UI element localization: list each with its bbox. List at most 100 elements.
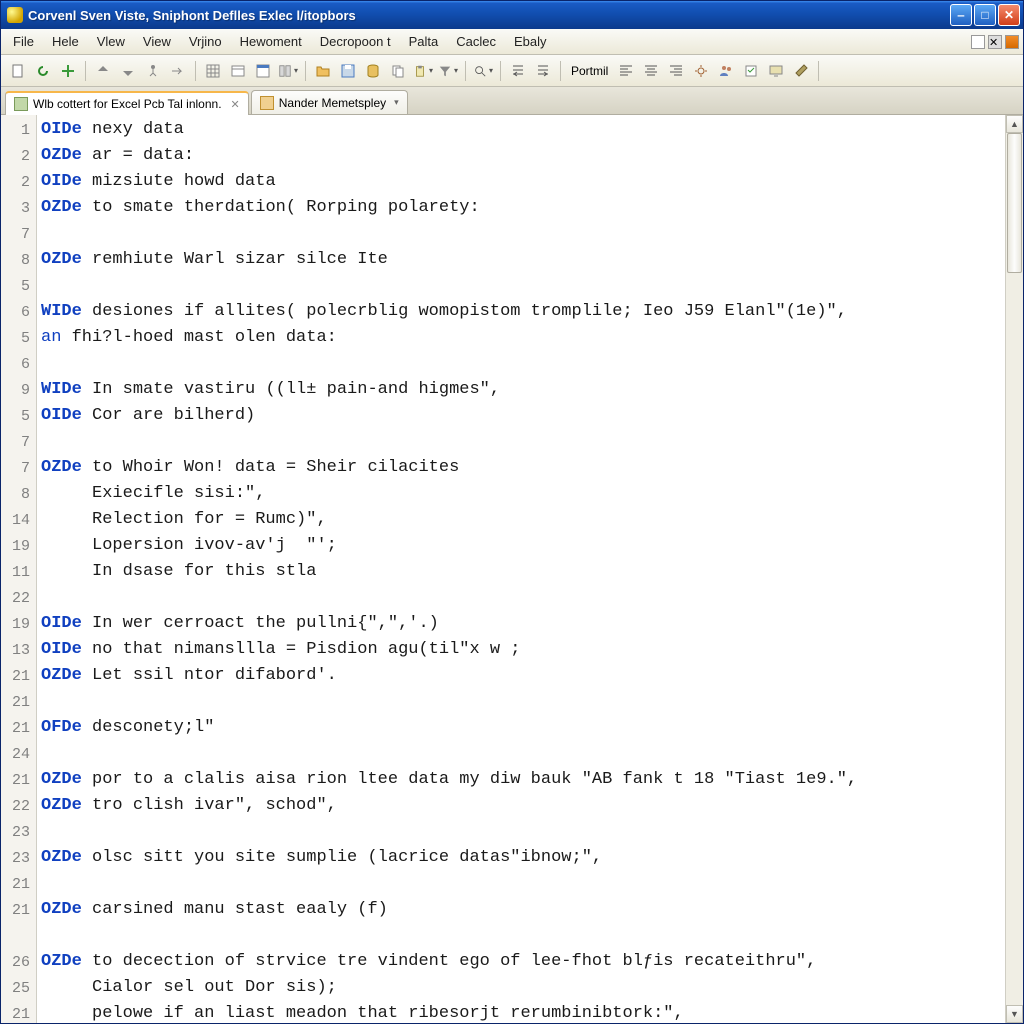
tb-screen-icon[interactable] [765,60,787,82]
tb-grid-icon[interactable] [202,60,224,82]
tb-config-icon[interactable] [690,60,712,82]
menu-palta[interactable]: Palta [401,31,447,52]
code-line[interactable] [41,741,1001,767]
tb-copy-icon[interactable] [387,60,409,82]
scroll-down-icon[interactable]: ▼ [1006,1005,1023,1023]
scroll-track[interactable] [1006,133,1023,1005]
menu-ebaly[interactable]: Ebaly [506,31,555,52]
code-line[interactable]: OZDe ar = data: [41,143,1001,169]
menu-vlew[interactable]: Vlew [89,31,133,52]
menu-file[interactable]: File [5,31,42,52]
code-line[interactable]: WIDe In smate vastiru ((ll± pain-and hig… [41,377,1001,403]
code-line[interactable]: In dsase for this stla [41,559,1001,585]
code-line[interactable] [41,429,1001,455]
tb-folder-icon[interactable] [312,60,334,82]
line-number: 2 [1,143,36,169]
line-number: 23 [1,819,36,845]
vertical-scrollbar[interactable]: ▲ ▼ [1005,115,1023,1023]
code-line[interactable]: Cialor sel out Dor sis); [41,975,1001,1001]
code-line[interactable]: OZDe por to a clalis aisa rion ltee data… [41,767,1001,793]
code-line[interactable]: OZDe remhiute Warl sizar silce Ite [41,247,1001,273]
menubar-office-icon[interactable] [1005,35,1019,49]
menu-hele[interactable]: Hele [44,31,87,52]
tb-indent-out-icon[interactable] [507,60,529,82]
code-line[interactable] [41,871,1001,897]
code-line[interactable]: OZDe carsined manu stast eaaly (f) [41,897,1001,923]
tab-close-icon[interactable]: ✕ [231,98,240,111]
code-line[interactable] [41,273,1001,299]
tb-layout-dd-icon[interactable] [277,60,299,82]
tab-doc-icon [14,97,28,111]
code-line[interactable]: OZDe to smate therdation( Rorping polare… [41,195,1001,221]
line-number: 19 [1,611,36,637]
code-line[interactable] [41,221,1001,247]
code-line[interactable]: OIDe no that nimansllla = Pisdion agu(ti… [41,637,1001,663]
code-line[interactable]: Exiecifle sisi:", [41,481,1001,507]
code-line[interactable]: OIDe nexy data [41,117,1001,143]
tb-window-icon[interactable] [252,60,274,82]
menu-view[interactable]: View [135,31,179,52]
tb-people-icon[interactable] [715,60,737,82]
code-line[interactable]: OZDe olsc sitt you site sumplie (lacrice… [41,845,1001,871]
tb-sep [305,61,306,81]
line-number: 6 [1,299,36,325]
code-line[interactable]: OFDe desconety;l" [41,715,1001,741]
tb-align-right-icon[interactable] [665,60,687,82]
tb-clipboard-dd-icon[interactable] [412,60,434,82]
tb-table-icon[interactable] [227,60,249,82]
tb-nav-up-icon[interactable] [92,60,114,82]
tb-branch-icon[interactable] [142,60,164,82]
code-line[interactable] [41,689,1001,715]
code-line[interactable]: OIDe Cor are bilherd) [41,403,1001,429]
code-area[interactable]: OIDe nexy dataOZDe ar = data:OIDe mizsiu… [37,115,1005,1023]
menu-decropoon[interactable]: Decropoon t [312,31,399,52]
code-line[interactable]: pelowe if an liast meadon that ribesorjt… [41,1001,1001,1023]
code-line[interactable]: an fhi?l-hoed mast olen data: [41,325,1001,351]
tb-align-left-icon[interactable] [615,60,637,82]
code-line[interactable]: OIDe In wer cerroact the pullni{",",'.) [41,611,1001,637]
code-line[interactable]: OIDe mizsiute howd data [41,169,1001,195]
tb-refresh-icon[interactable] [32,60,54,82]
scroll-up-icon[interactable]: ▲ [1006,115,1023,133]
tb-db-icon[interactable] [362,60,384,82]
tb-nav-down-icon[interactable] [117,60,139,82]
line-number: 22 [1,793,36,819]
code-line[interactable]: OZDe to Whoir Won! data = Sheir cilacite… [41,455,1001,481]
close-button[interactable]: ✕ [998,4,1020,26]
code-line[interactable]: Relection for = Rumc)", [41,507,1001,533]
scroll-thumb[interactable] [1007,133,1022,273]
tb-add-icon[interactable] [57,60,79,82]
code-line[interactable]: OZDe tro clish ivar", schod", [41,793,1001,819]
tb-sep [465,61,466,81]
maximize-button[interactable]: □ [974,4,996,26]
code-line[interactable] [41,819,1001,845]
menu-caclec[interactable]: Caclec [448,31,504,52]
tab-active[interactable]: Wlb cottert for Excel Pcb Tal inlonn. ✕ [5,91,249,115]
tb-tool-icon[interactable] [790,60,812,82]
tb-tasks-icon[interactable] [740,60,762,82]
tb-indent-in-icon[interactable] [532,60,554,82]
code-line[interactable]: WIDe desiones if allites( polecrblig wom… [41,299,1001,325]
tb-arrow-icon[interactable] [167,60,189,82]
code-line[interactable] [41,923,1001,949]
menu-vrjino[interactable]: Vrjino [181,31,230,52]
code-line[interactable] [41,585,1001,611]
code-line[interactable] [41,351,1001,377]
menubar-help-icon[interactable] [971,35,985,49]
code-line[interactable]: OZDe Let ssil ntor difabord'. [41,663,1001,689]
titlebar: Corvenl Sven Viste, Sniphont Deflles Exl… [1,1,1023,29]
code-line[interactable]: OZDe to decection of strvice tre vindent… [41,949,1001,975]
line-number: 22 [1,585,36,611]
tb-zoom-dd-icon[interactable] [472,60,494,82]
menu-hewoment[interactable]: Hewoment [232,31,310,52]
tb-filter-dd-icon[interactable] [437,60,459,82]
tb-new-icon[interactable] [7,60,29,82]
tb-save-icon[interactable] [337,60,359,82]
code-line[interactable]: Lopersion ivov-av'j "'; [41,533,1001,559]
tabbar: Wlb cottert for Excel Pcb Tal inlonn. ✕ … [1,87,1023,115]
minimize-button[interactable]: ‒ [950,4,972,26]
tb-align-center-icon[interactable] [640,60,662,82]
tab-inactive[interactable]: Nander Memetspley [251,90,408,114]
menubar-close-icon[interactable]: ✕ [988,35,1002,49]
tab-doc-icon [260,96,274,110]
